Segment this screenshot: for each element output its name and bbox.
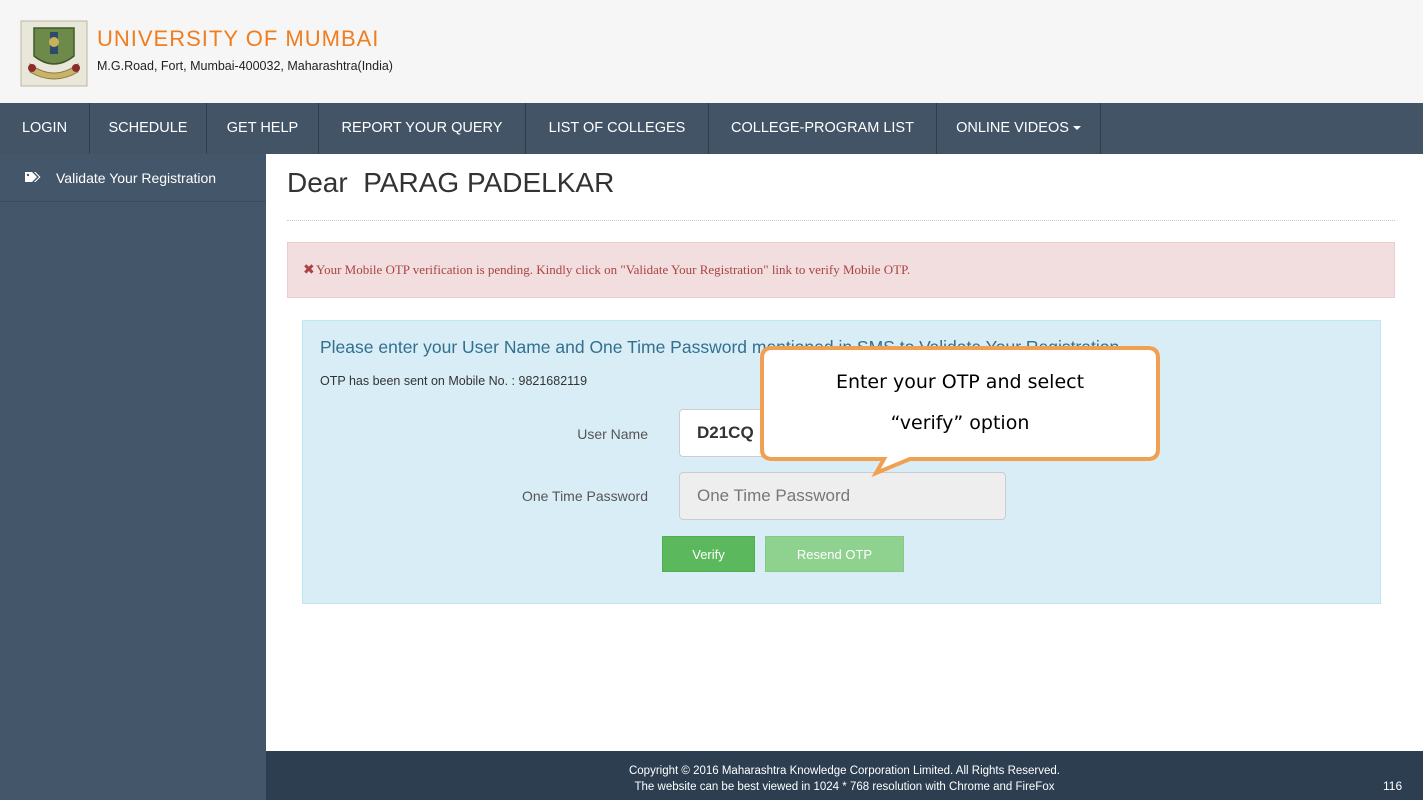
verify-button[interactable]: Verify <box>662 536 755 572</box>
title-divider <box>287 220 1395 221</box>
alert-message: Your Mobile OTP verification is pending.… <box>316 262 911 277</box>
page-number: 116 <box>1383 779 1403 793</box>
username-label: User Name <box>577 426 648 442</box>
nav-list-of-colleges-label: LIST OF COLLEGES <box>548 120 686 136</box>
site-header: UNIVERSITY OF MUMBAI M.G.Road, Fort, Mum… <box>0 0 1423 103</box>
university-crest-logo[interactable] <box>20 20 88 87</box>
alert-otp-pending: ✖ Your Mobile OTP verification is pendin… <box>287 242 1395 298</box>
resend-otp-button[interactable]: Resend OTP <box>765 536 904 572</box>
site-footer: Copyright © 2016 Maharashtra Knowledge C… <box>266 751 1423 800</box>
university-address: M.G.Road, Fort, Mumbai-400032, Maharasht… <box>97 59 393 73</box>
footer-browser-note: The website can be best viewed in 1024 *… <box>634 781 1055 793</box>
sidebar-item-label: Validate Your Registration <box>56 170 217 186</box>
footer-copyright: Copyright © 2016 Maharashtra Knowledge C… <box>628 765 1060 777</box>
sidebar-item-validate-registration[interactable]: Validate Your Registration <box>0 154 266 202</box>
nav-get-help-label: GET HELP <box>226 120 299 136</box>
callout-text-line1: Enter your OTP and select <box>835 371 1085 393</box>
caret-down-icon <box>1072 126 1081 131</box>
close-x-icon: ✖ <box>303 261 315 277</box>
nav-divider <box>1100 103 1101 154</box>
otp-label: One Time Password <box>521 488 648 504</box>
nav-online-videos-dropdown[interactable]: ONLINE VIDEOS <box>937 103 1100 154</box>
otp-sent-note: OTP has been sent on Mobile No. : 982168… <box>320 374 588 388</box>
nav-college-program-list-label: COLLEGE-PROGRAM LIST <box>731 120 914 136</box>
annotation-callout: Enter your OTP and select “verify” optio… <box>758 345 1162 480</box>
university-title: UNIVERSITY OF MUMBAI <box>97 26 380 51</box>
nav-college-program-list[interactable]: COLLEGE-PROGRAM LIST <box>709 103 936 154</box>
nav-report-query-label: REPORT YOUR QUERY <box>341 120 503 136</box>
nav-schedule-label: SCHEDULE <box>108 120 188 136</box>
nav-get-help[interactable]: GET HELP <box>207 103 318 154</box>
nav-login-label: LOGIN <box>21 120 68 136</box>
tags-icon <box>25 172 41 182</box>
nav-report-query[interactable]: REPORT YOUR QUERY <box>319 103 525 154</box>
page-title: Dear PARAG PADELKAR <box>287 167 615 198</box>
main-navbar: LOGIN SCHEDULE GET HELP REPORT YOUR QUER… <box>0 103 1423 154</box>
nav-online-videos-label: ONLINE VIDEOS <box>956 120 1069 136</box>
nav-login[interactable]: LOGIN <box>0 103 89 154</box>
nav-schedule[interactable]: SCHEDULE <box>90 103 206 154</box>
callout-text-line2: “verify” option <box>890 412 1030 434</box>
sidebar: Validate Your Registration <box>0 154 266 800</box>
nav-list-of-colleges[interactable]: LIST OF COLLEGES <box>526 103 708 154</box>
